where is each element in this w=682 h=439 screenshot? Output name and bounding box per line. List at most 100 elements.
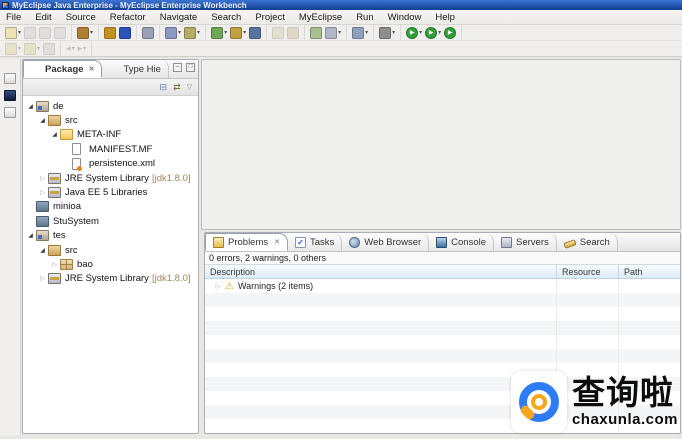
watermark-logo <box>511 371 567 433</box>
myeclipse-deploy-button[interactable]: ▾ <box>77 27 93 39</box>
problems-summary: 0 errors, 2 warnings, 0 others <box>205 252 680 265</box>
tree-expanded-arrow-icon[interactable]: ◢ <box>38 247 47 254</box>
print-button[interactable] <box>54 27 66 39</box>
menu-myeclipse[interactable]: MyEclipse <box>299 12 342 23</box>
link-with-editor-button[interactable]: ⇄ <box>173 82 181 93</box>
close-icon[interactable]: ✕ <box>274 238 280 246</box>
tasks-icon <box>295 237 306 248</box>
restore-view-icon[interactable] <box>4 73 16 84</box>
menu-file[interactable]: File <box>6 12 21 23</box>
external-tools-gear-button[interactable]: ▾ <box>379 27 395 39</box>
column-header-path[interactable]: Path <box>619 265 680 278</box>
screen-capture-button[interactable]: ▾ <box>352 27 368 39</box>
tree-expanded-arrow-icon[interactable]: ◢ <box>50 131 59 138</box>
tab-problems[interactable]: Problems ✕ <box>205 233 288 251</box>
search-menu-button[interactable]: ▾ <box>325 27 341 39</box>
tree-collapsed-arrow-icon[interactable]: ▷ <box>38 175 47 182</box>
tree-item[interactable]: ▷JRE System Library[jdk1.8.0] <box>23 171 198 185</box>
editor-area <box>201 59 681 230</box>
tree-collapsed-arrow-icon[interactable]: ▷ <box>213 283 223 290</box>
menu-project[interactable]: Project <box>255 12 285 23</box>
tab-label: Problems <box>228 237 268 248</box>
tree-item[interactable]: ▷Java EE 5 Libraries <box>23 185 198 199</box>
menu-navigate[interactable]: Navigate <box>160 12 198 23</box>
tree-expanded-arrow-icon[interactable]: ◢ <box>26 232 35 239</box>
tab-console[interactable]: Console <box>429 233 494 251</box>
last-edit-location-button[interactable] <box>43 43 55 55</box>
cube-gold-button[interactable] <box>104 27 116 39</box>
back-button[interactable]: ◂▾ <box>66 43 75 54</box>
description-cell <box>205 419 557 433</box>
tree-item[interactable]: ◢tes <box>23 229 198 243</box>
save-button[interactable] <box>24 27 36 39</box>
menu-window[interactable]: Window <box>388 12 422 23</box>
column-header-resource[interactable]: Resource <box>557 265 619 278</box>
tab-package[interactable]: Package✕ <box>23 60 102 78</box>
tree-item[interactable]: persistence.xml <box>23 157 198 171</box>
dropdown-arrow-icon: ▾ <box>72 45 75 52</box>
tree-expanded-arrow-icon[interactable]: ◢ <box>38 117 47 124</box>
tree-item[interactable]: ▷bao <box>23 257 198 271</box>
column-header-description[interactable]: Description <box>205 265 557 278</box>
tab-type-hie[interactable]: Type Hie <box>102 60 169 78</box>
run-server-button[interactable]: ▶▾ <box>425 27 441 39</box>
resource-perspective-icon[interactable] <box>4 107 16 118</box>
menu-help[interactable]: Help <box>435 12 455 23</box>
tab-label: Search <box>580 237 610 248</box>
toolbar-group <box>267 25 305 40</box>
forward-button[interactable]: ▸▾ <box>78 43 87 54</box>
tree-item[interactable]: MANIFEST.MF <box>23 142 198 156</box>
tree-item[interactable]: ◢META-INF <box>23 128 198 142</box>
tab-servers[interactable]: Servers <box>494 233 557 251</box>
package-archive-button[interactable] <box>142 27 154 39</box>
description-cell <box>205 321 557 335</box>
save-all-button[interactable] <box>39 27 51 39</box>
tree-expanded-arrow-icon[interactable]: ◢ <box>26 103 35 110</box>
toggle-mark-occurrences-button[interactable] <box>310 27 322 39</box>
tab-web-browser[interactable]: Web Browser <box>342 233 429 251</box>
previous-edit-button[interactable] <box>272 27 284 39</box>
collapse-all-button[interactable]: ⊟ <box>160 82 168 93</box>
tree-item[interactable]: minioa <box>23 200 198 214</box>
new-web-project-button[interactable]: ▾ <box>165 27 181 39</box>
java-editor-pencil-button[interactable]: ▾ <box>184 27 200 39</box>
tab-search[interactable]: Search <box>557 233 618 251</box>
open-web-browser-button[interactable] <box>249 27 261 39</box>
toolbar-group: ▾▾ <box>206 25 267 40</box>
tree-item[interactable]: ◢de <box>23 99 198 113</box>
new-class-button[interactable]: ▾ <box>211 27 227 39</box>
close-icon[interactable]: ✕ <box>89 65 95 73</box>
tree-item[interactable]: StuSystem <box>23 214 198 228</box>
menu-source[interactable]: Source <box>66 12 96 23</box>
dropdown-arrow-icon: ▾ <box>224 29 227 36</box>
menu-refactor[interactable]: Refactor <box>110 12 146 23</box>
tree-item[interactable]: ◢src <box>23 113 198 127</box>
magnifier-lens-icon <box>531 394 547 410</box>
redo-build-button[interactable] <box>287 27 299 39</box>
app-icon <box>2 2 9 9</box>
tree-item[interactable]: ▷JRE System Library[jdk1.8.0] <box>23 272 198 286</box>
menu-search[interactable]: Search <box>211 12 241 23</box>
menu-run[interactable]: Run <box>356 12 373 23</box>
previous-annotation-button[interactable]: ▾ <box>24 43 40 55</box>
tree-collapsed-arrow-icon[interactable]: ▷ <box>38 189 47 196</box>
tree-collapsed-arrow-icon[interactable]: ▷ <box>38 275 47 282</box>
myeclipse-perspective-icon[interactable] <box>4 90 16 101</box>
tree-collapsed-arrow-icon[interactable]: ▷ <box>50 261 59 268</box>
redo-build-icon <box>287 27 299 39</box>
view-menu-button[interactable]: ▽ <box>187 83 192 91</box>
menu-edit[interactable]: Edit <box>35 12 51 23</box>
maximize-button[interactable]: □ <box>186 63 195 72</box>
minimize-button[interactable]: ─ <box>173 63 182 72</box>
table-row[interactable]: ▷⚠Warnings (2 items) <box>205 279 680 293</box>
next-annotation-button[interactable]: ▾ <box>5 43 21 55</box>
new-wizard-button[interactable]: ▾ <box>5 27 21 39</box>
java-editor-pencil-icon <box>184 27 196 39</box>
toolbar-group: ▶▾▶▾▶ <box>401 25 462 40</box>
cube-blue-button[interactable] <box>119 27 131 39</box>
new-package-button[interactable]: ▾ <box>230 27 246 39</box>
run-button[interactable]: ▶▾ <box>406 27 422 39</box>
tree-item[interactable]: ◢src <box>23 243 198 257</box>
run-last-launched-button[interactable]: ▶ <box>444 27 456 39</box>
tab-tasks[interactable]: Tasks <box>288 233 342 251</box>
